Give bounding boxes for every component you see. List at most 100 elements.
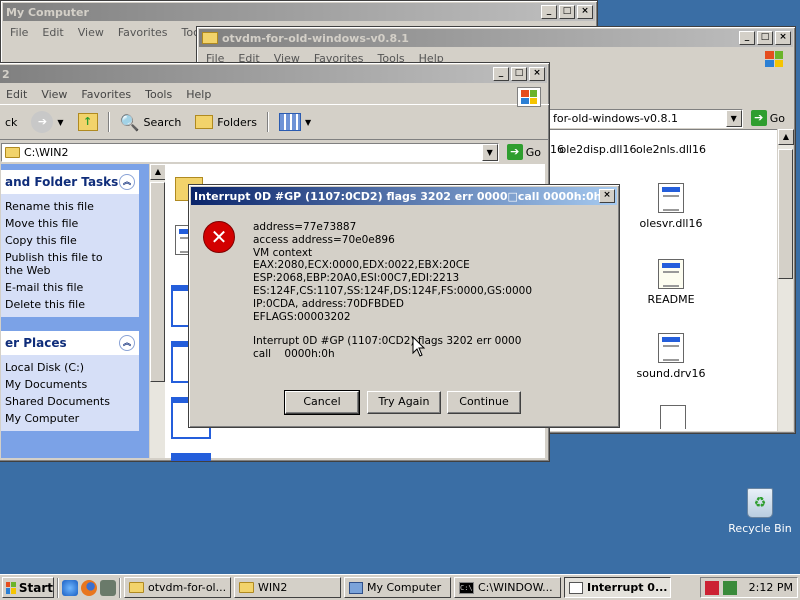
interrupt-dialog[interactable]: Interrupt 0D #GP (1107:0CD2) flags 3202 … <box>188 184 620 428</box>
file-ole2disp[interactable]: ole2disp.dll16 <box>558 127 638 156</box>
otvdm-address-field[interactable]: for-old-windows-v0.8.1 ▼ <box>549 108 743 128</box>
app-item-icon[interactable] <box>171 453 211 461</box>
place-my-computer[interactable]: My Computer <box>3 410 137 427</box>
address-dropdown[interactable]: ▼ <box>481 143 498 161</box>
menu-help[interactable]: Help <box>179 88 218 101</box>
taskbar-separator <box>57 577 59 598</box>
detail-line: access address=70e0e896 <box>253 233 395 246</box>
up-folder-button[interactable]: ↑ <box>74 111 102 133</box>
menu-view[interactable]: View <box>34 88 74 101</box>
clock[interactable]: 2:12 PM <box>749 581 793 594</box>
scroll-thumb[interactable] <box>778 149 793 279</box>
dll-file-icon <box>658 183 684 213</box>
task-copy[interactable]: Copy this file <box>3 232 137 249</box>
app-icon[interactable] <box>100 579 116 596</box>
other-places-header[interactable]: er Places ︽ <box>1 331 139 355</box>
otvdm-go-button[interactable]: ➔ Go <box>747 110 789 126</box>
taskbar-button-label: My Computer <box>367 581 442 594</box>
back-button[interactable]: ck <box>1 114 21 131</box>
collapse-chevron-icon[interactable]: ︽ <box>119 335 135 351</box>
place-shared-documents[interactable]: Shared Documents <box>3 393 137 410</box>
address-dropdown[interactable]: ▼ <box>725 109 742 127</box>
windows-logo-icon <box>517 87 541 107</box>
task-delete[interactable]: Delete this file <box>3 296 137 313</box>
minimize-button[interactable]: _ <box>541 5 557 19</box>
task-move[interactable]: Move this file <box>3 215 137 232</box>
my-computer-titlebar[interactable]: My Computer _ □ × <box>3 3 595 21</box>
tray-app-icon[interactable] <box>705 580 719 595</box>
win2-titlebar[interactable]: 2 _ □ × <box>0 65 547 83</box>
place-local-disk[interactable]: Local Disk (C:) <box>3 359 137 376</box>
file-icon-partial <box>660 405 686 429</box>
otvdm-scrollbar[interactable]: ▲ <box>777 129 794 431</box>
close-button[interactable]: × <box>599 189 615 203</box>
maximize-button[interactable]: □ <box>757 31 773 45</box>
detail-line: call 0000h:0h <box>253 348 335 361</box>
try-again-button[interactable]: Try Again <box>367 391 441 414</box>
scroll-up-button[interactable]: ▲ <box>150 164 166 180</box>
firefox-icon[interactable] <box>81 579 97 596</box>
menu-favorites[interactable]: Favorites <box>74 88 138 101</box>
scroll-up-button[interactable]: ▲ <box>778 129 794 145</box>
place-my-documents[interactable]: My Documents <box>3 376 137 393</box>
menu-edit[interactable]: Edit <box>0 88 34 101</box>
console-icon: C:\ <box>459 581 474 594</box>
win2-menubar: Edit View Favorites Tools Help <box>0 85 549 104</box>
file-sound[interactable]: sound.drv16 <box>631 333 711 380</box>
task-rename[interactable]: Rename this file <box>3 198 137 215</box>
taskbar-button-my-computer[interactable]: My Computer <box>344 577 451 598</box>
dialog-titlebar[interactable]: Interrupt 0D #GP (1107:0CD2) flags 3202 … <box>191 187 617 205</box>
search-button[interactable]: 🔍 Search <box>116 111 186 134</box>
ie-icon[interactable] <box>62 579 78 596</box>
close-button[interactable]: × <box>775 31 791 45</box>
win2-go-button[interactable]: ➔ Go <box>503 144 545 160</box>
menu-tools[interactable]: Tools <box>138 88 179 101</box>
taskbar-button-otvdm[interactable]: otvdm-for-ol... <box>124 577 231 598</box>
file-tasks-header[interactable]: and Folder Tasks ︽ <box>1 170 139 194</box>
scroll-thumb[interactable] <box>150 182 165 382</box>
menu-edit[interactable]: Edit <box>35 26 70 39</box>
maximize-button[interactable]: □ <box>559 5 575 19</box>
menu-favorites[interactable]: Favorites <box>111 26 175 39</box>
maximize-button[interactable]: □ <box>511 67 527 81</box>
recycle-bin[interactable]: ♻ Recycle Bin <box>724 488 796 535</box>
file-readme[interactable]: README <box>631 259 711 306</box>
forward-button[interactable]: ➔ ▼ <box>27 109 67 135</box>
task-publish[interactable]: Publish this file to the Web <box>3 249 113 279</box>
menu-file[interactable]: File <box>3 26 35 39</box>
file-name: sound.drv16 <box>636 367 706 380</box>
taskbar-button-cmd[interactable]: C:\ C:\WINDOW... <box>454 577 561 598</box>
folders-button[interactable]: Folders <box>191 113 261 131</box>
minimize-button[interactable]: _ <box>493 67 509 81</box>
detail-line: IP:0CDA, address:70DFBDED <box>253 297 405 310</box>
other-places-group: er Places ︽ Local Disk (C:) My Documents… <box>1 331 139 431</box>
win2-address-field[interactable]: C:\WIN2 ▼ <box>1 142 499 162</box>
close-button[interactable]: × <box>529 67 545 81</box>
taskbar-button-interrupt[interactable]: Interrupt 0... <box>564 577 671 598</box>
collapse-chevron-icon[interactable]: ︽ <box>119 174 135 190</box>
go-label: Go <box>525 145 541 159</box>
cancel-button[interactable]: Cancel <box>284 390 360 415</box>
folder-icon <box>239 582 254 593</box>
task-pane-scrollbar[interactable]: ▲ <box>149 164 166 458</box>
go-arrow-icon: ➔ <box>506 144 523 160</box>
taskbar-button-label: otvdm-for-ol... <box>148 581 227 594</box>
close-button[interactable]: × <box>577 5 593 19</box>
task-email[interactable]: E-mail this file <box>3 279 137 296</box>
continue-button[interactable]: Continue <box>447 391 521 414</box>
window-icon <box>569 581 583 594</box>
tray-network-icon[interactable] <box>723 580 737 595</box>
search-label: Search <box>143 115 182 129</box>
taskbar-button-win2[interactable]: WIN2 <box>234 577 341 598</box>
start-button[interactable]: Start <box>2 577 54 598</box>
file-olesvr[interactable]: olesvr.dll16 <box>631 183 711 230</box>
views-button[interactable]: ▼ <box>275 111 315 133</box>
detail-line: address=77e73887 <box>253 221 357 233</box>
menu-view[interactable]: View <box>71 26 111 39</box>
folder-icon <box>129 582 144 593</box>
other-places-title: er Places <box>5 336 67 350</box>
detail-line: EFLAGS:00003202 <box>253 310 351 323</box>
minimize-button[interactable]: _ <box>739 31 755 45</box>
otvdm-titlebar[interactable]: otvdm-for-old-windows-v0.8.1 _ □ × <box>199 29 793 47</box>
file-ole2nls[interactable]: ole2nls.dll16 <box>631 127 711 156</box>
